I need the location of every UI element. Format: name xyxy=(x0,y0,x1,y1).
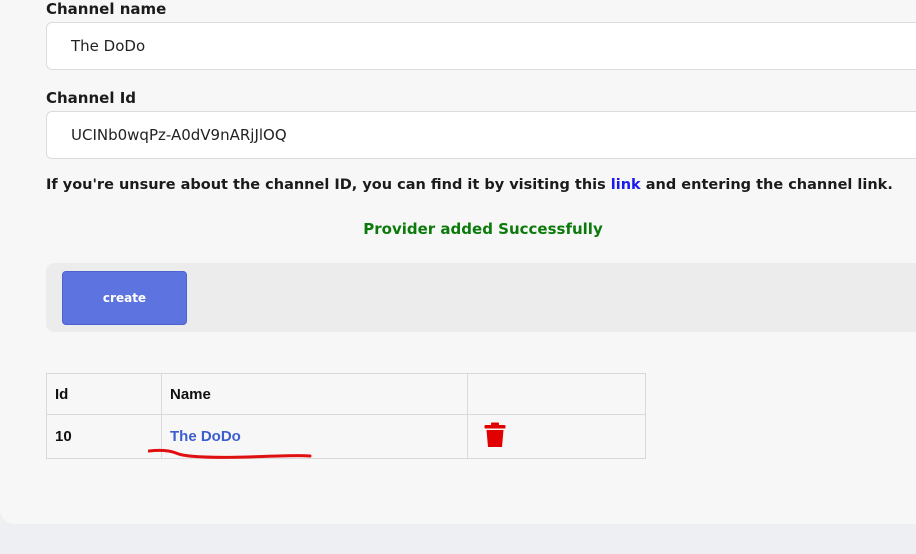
column-header-id: Id xyxy=(46,373,162,415)
red-underline-annotation xyxy=(148,448,312,459)
channel-name-input[interactable]: The DoDo xyxy=(46,22,916,70)
provider-name-link[interactable]: The DoDo xyxy=(170,428,241,445)
hint-text-before: If you're unsure about the channel ID, y… xyxy=(46,177,611,193)
channel-name-label: Channel name xyxy=(46,0,167,18)
hint-text-after: and entering the channel link. xyxy=(640,177,893,193)
cell-id: 10 xyxy=(46,414,162,459)
column-header-name: Name xyxy=(161,373,468,415)
channel-id-label: Channel Id xyxy=(46,89,137,107)
table-row: 10 The DoDo xyxy=(46,414,646,459)
channel-id-hint: If you're unsure about the channel ID, y… xyxy=(46,177,893,193)
trash-icon[interactable] xyxy=(484,422,506,452)
create-button[interactable]: create xyxy=(62,271,187,325)
form-card: Channel name The DoDo Channel Id UCINb0w… xyxy=(0,0,916,524)
success-message: Provider added Successfully xyxy=(363,220,603,238)
button-bar: create xyxy=(46,263,916,332)
table-header-row: Id Name xyxy=(46,373,646,415)
channel-id-input[interactable]: UCINb0wqPz-A0dV9nARjJlOQ xyxy=(46,111,916,159)
hint-link[interactable]: link xyxy=(611,177,641,193)
column-header-actions xyxy=(467,373,646,415)
cell-actions xyxy=(467,414,646,459)
providers-table: Id Name 10 The DoDo xyxy=(46,373,646,459)
